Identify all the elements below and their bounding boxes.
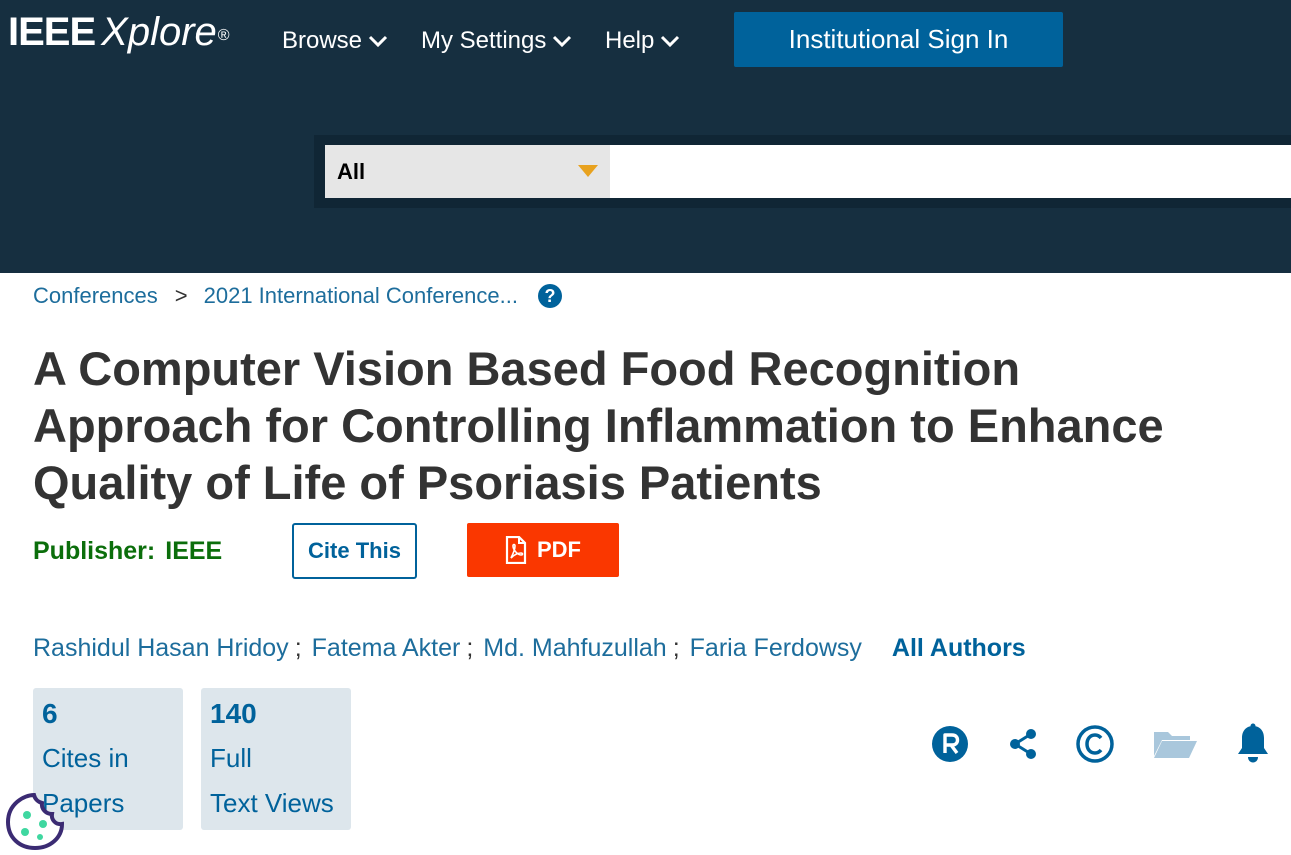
- copyright-icon[interactable]: [1073, 722, 1117, 766]
- nav-browse[interactable]: Browse: [282, 26, 388, 56]
- site-header: IEEE Xplore® Browse My Settings Help Inst…: [0, 0, 1291, 273]
- folder-icon[interactable]: [1152, 722, 1198, 766]
- breadcrumb-separator: >: [174, 283, 188, 308]
- cite-this-button[interactable]: Cite This: [292, 523, 417, 579]
- full-text-views-metric[interactable]: 140 Full Text Views: [201, 688, 351, 830]
- search-bar: All: [314, 135, 1291, 208]
- metric-label-line: Cites in: [42, 743, 129, 773]
- metric-label-line: Text Views: [210, 788, 334, 818]
- publisher-info: Publisher: IEEE: [33, 537, 222, 566]
- metric-value: 140: [210, 698, 257, 729]
- ieee-xplore-logo[interactable]: IEEE Xplore®: [8, 10, 230, 54]
- nav-my-settings[interactable]: My Settings: [421, 26, 572, 56]
- metric-label-line: Full: [210, 743, 252, 773]
- metric-label: Full Text Views: [210, 736, 350, 826]
- pdf-file-icon: [505, 536, 527, 564]
- help-icon[interactable]: ?: [537, 284, 562, 308]
- nav-browse-label: Browse: [282, 27, 363, 54]
- breadcrumb-conference[interactable]: 2021 International Conference...: [204, 283, 518, 309]
- logo-ieee-text: IEEE: [8, 10, 96, 54]
- chevron-down-icon: [368, 35, 388, 48]
- institutional-sign-in-button[interactable]: Institutional Sign In: [734, 12, 1063, 67]
- all-authors-link[interactable]: All Authors: [892, 634, 1026, 663]
- registered-mark: ®: [217, 27, 230, 44]
- chevron-down-icon: [553, 35, 572, 48]
- bell-icon[interactable]: [1231, 722, 1275, 766]
- author-link[interactable]: Rashidul Hasan Hridoy: [33, 634, 289, 663]
- publisher-name: IEEE: [165, 537, 223, 565]
- author-link[interactable]: Fatema Akter: [312, 634, 461, 663]
- search-scope-value: All: [337, 158, 366, 184]
- pdf-label: PDF: [537, 537, 581, 562]
- author-link[interactable]: Md. Mahfuzullah: [483, 634, 666, 663]
- publisher-label: Publisher:: [33, 537, 156, 565]
- cookie-settings-icon[interactable]: [4, 792, 66, 851]
- author-separator: ;: [294, 634, 302, 662]
- author-link[interactable]: Faria Ferdowsy: [690, 634, 862, 663]
- breadcrumb-conferences[interactable]: Conferences: [33, 283, 158, 309]
- caret-down-icon: [578, 165, 598, 177]
- pdf-button[interactable]: PDF: [467, 523, 619, 577]
- share-icon[interactable]: [1001, 722, 1045, 766]
- search-scope-select[interactable]: All: [325, 145, 610, 198]
- page-title: A Computer Vision Based Food Recognition…: [33, 342, 1164, 509]
- author-separator: ;: [466, 634, 474, 662]
- nav-help-label: Help: [605, 27, 655, 54]
- logo-xplore-text: Xplore: [101, 10, 217, 54]
- breadcrumb: Conferences > 2021 International Confere…: [33, 283, 562, 309]
- search-input[interactable]: [610, 145, 1291, 198]
- nav-help[interactable]: Help: [605, 26, 680, 56]
- metric-value: 6: [42, 698, 58, 729]
- author-list: Rashidul Hasan Hridoy ; Fatema Akter ; M…: [33, 634, 1026, 663]
- author-separator: ;: [672, 634, 680, 662]
- nav-my-settings-label: My Settings: [421, 27, 547, 54]
- chevron-down-icon: [661, 35, 680, 48]
- rights-r-icon[interactable]: [928, 722, 972, 766]
